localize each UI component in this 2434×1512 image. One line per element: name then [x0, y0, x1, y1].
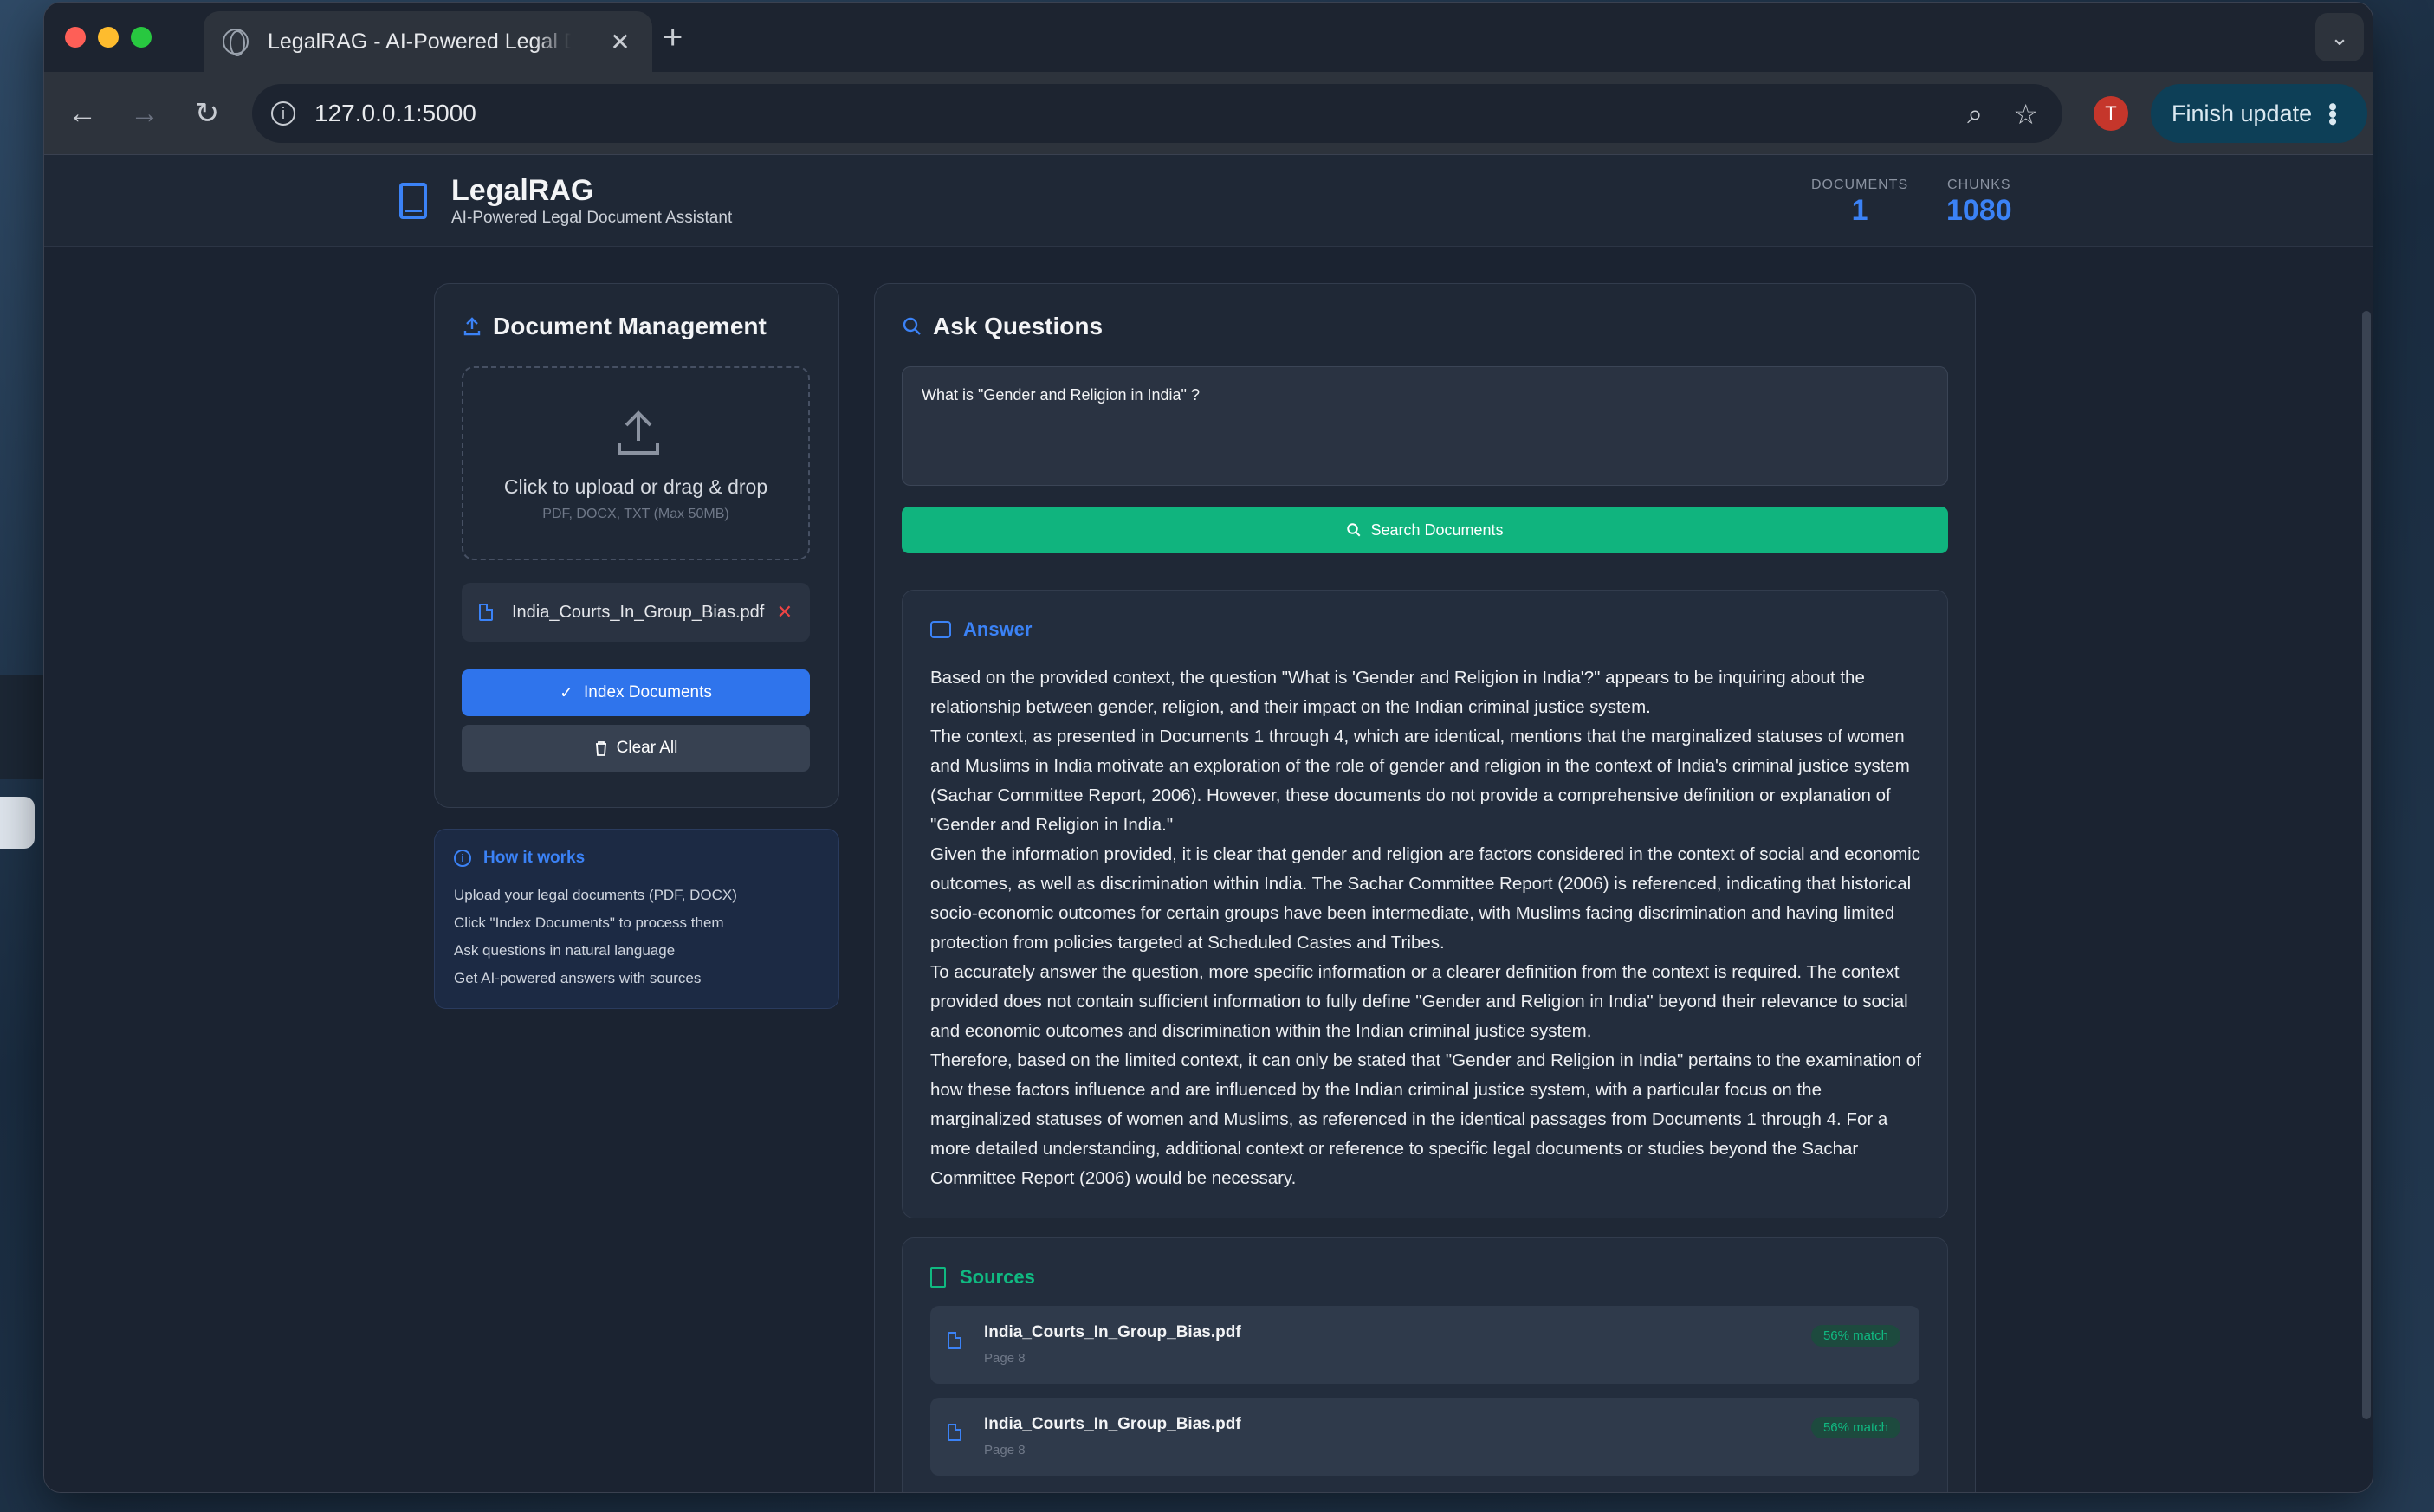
tab-search-chevron-icon[interactable]: ⌄ — [2315, 13, 2364, 61]
source-item[interactable]: India_Courts_In_Group_Bias.pdf Page 8 56… — [930, 1306, 1919, 1384]
chunks-stat-label: CHUNKS — [1947, 178, 2011, 192]
document-management-title-text: Document Management — [493, 313, 767, 339]
app-name: LegalRAG — [451, 174, 594, 207]
file-icon — [948, 1424, 961, 1441]
how-it-works-step: Get AI-powered answers with sources — [454, 970, 702, 986]
zoom-icon[interactable]: ⌕ — [1967, 98, 1983, 131]
app-header: LegalRAG AI-Powered Legal Document Assis… — [44, 155, 2373, 247]
chunks-stat-value: 1080 — [1946, 194, 2012, 227]
how-it-works-steps: Upload your legal documents (PDF, DOCX) … — [454, 882, 737, 992]
tab-bar: LegalRAG - AI-Powered Legal Document Ass… — [44, 3, 2373, 72]
documents-stat-value: 1 — [1851, 194, 1868, 227]
ask-questions-title-text: Ask Questions — [933, 313, 1104, 339]
check-icon: ✓ — [560, 683, 574, 702]
search-documents-label: Search Documents — [1370, 520, 1504, 539]
site-info-icon[interactable]: i — [271, 101, 295, 126]
book-logo-icon — [399, 183, 427, 219]
answer-paragraph: Based on the provided context, the quest… — [930, 668, 1865, 717]
search-icon — [903, 317, 921, 335]
finish-update-button[interactable]: Finish update ••• — [2151, 84, 2367, 143]
browser-tab[interactable]: LegalRAG - AI-Powered Legal Document Ass… — [204, 11, 652, 72]
close-tab-icon[interactable]: ✕ — [607, 28, 633, 56]
source-file-name: India_Courts_In_Group_Bias.pdf — [984, 1323, 1241, 1341]
selected-file-name: India_Courts_In_Group_Bias.pdf — [512, 602, 765, 622]
document-management-title: Document Management — [462, 313, 767, 340]
more-menu-icon[interactable]: ••• — [2317, 102, 2347, 125]
remove-file-icon[interactable]: ✕ — [777, 601, 793, 624]
upload-file-types-hint: PDF, DOCX, TXT (Max 50MB) — [542, 507, 729, 521]
upload-instructions: Click to upload or drag & drop — [503, 475, 768, 498]
answer-paragraph: Therefore, based on the limited context,… — [930, 1050, 1921, 1188]
bookmark-star-icon[interactable]: ☆ — [2013, 98, 2038, 131]
page-content: LegalRAG AI-Powered Legal Document Assis… — [44, 155, 2373, 1492]
how-it-works-panel: i How it works Upload your legal documen… — [434, 829, 839, 1009]
how-it-works-title-text: How it works — [483, 849, 586, 867]
how-it-works-step: Upload your legal documents (PDF, DOCX) — [454, 887, 737, 903]
finish-update-label: Finish update — [2172, 100, 2313, 126]
minimize-window-button[interactable] — [98, 27, 119, 48]
answer-panel: Answer Based on the provided context, th… — [902, 590, 1948, 1218]
index-documents-label: Index Documents — [584, 683, 712, 701]
info-icon: i — [454, 850, 471, 867]
browser-window: LegalRAG - AI-Powered Legal Document Ass… — [43, 2, 2373, 1493]
sources-title-text: Sources — [960, 1266, 1035, 1288]
file-icon — [479, 604, 493, 621]
app-tagline: AI-Powered Legal Document Assistant — [451, 209, 733, 227]
source-file-name: India_Courts_In_Group_Bias.pdf — [984, 1415, 1241, 1433]
sources-title: Sources — [930, 1266, 1035, 1289]
documents-stat: DOCUMENTS 1 — [1811, 178, 1908, 228]
search-icon — [1347, 523, 1361, 537]
upload-icon — [463, 317, 481, 336]
browser-toolbar: ← → ↻ i 127.0.0.1:5000 ⌕ ☆ T Finish upda… — [44, 72, 2373, 155]
source-page: Page 8 — [984, 1351, 1026, 1366]
address-bar[interactable]: i 127.0.0.1:5000 ⌕ ☆ — [252, 84, 2062, 143]
answer-paragraph: Given the information provided, it is cl… — [930, 844, 1920, 953]
finder-dock-icon[interactable] — [0, 797, 35, 849]
source-match-badge: 56% match — [1810, 1325, 1900, 1347]
maximize-window-button[interactable] — [131, 27, 152, 48]
question-textarea[interactable]: What is "Gender and Religion in India" ? — [902, 366, 1948, 486]
desktop-background-window — [0, 675, 43, 779]
documents-stat-label: DOCUMENTS — [1811, 178, 1909, 192]
profile-avatar[interactable]: T — [2094, 96, 2128, 131]
source-item[interactable]: India_Courts_In_Group_Bias.pdf Page 8 56… — [930, 1398, 1919, 1476]
answer-title: Answer — [930, 618, 1032, 641]
trash-icon — [595, 741, 606, 756]
file-icon — [948, 1332, 961, 1349]
reload-icon[interactable]: ↻ — [186, 93, 228, 134]
close-window-button[interactable] — [65, 27, 86, 48]
sources-panel: Sources India_Courts_In_Group_Bias.pdf P… — [902, 1237, 1948, 1492]
clear-all-label: Clear All — [616, 739, 678, 757]
search-documents-button[interactable]: Search Documents — [902, 507, 1948, 553]
forward-arrow-icon[interactable]: → — [124, 93, 165, 134]
how-it-works-step: Ask questions in natural language — [454, 942, 676, 959]
document-icon — [930, 1267, 946, 1288]
how-it-works-step: Click "Index Documents" to process them — [454, 914, 724, 931]
chunks-stat: CHUNKS 1080 — [1946, 178, 2012, 228]
upload-cloud-icon — [618, 410, 659, 455]
source-match-badge: 56% match — [1810, 1417, 1900, 1438]
url-text[interactable]: 127.0.0.1:5000 — [314, 100, 476, 127]
clear-all-button[interactable]: Clear All — [462, 725, 810, 772]
index-documents-button[interactable]: ✓ Index Documents — [462, 669, 810, 716]
ask-questions-title: Ask Questions — [902, 313, 1103, 340]
chat-bubble-icon — [930, 621, 951, 638]
page-scrollbar[interactable] — [2362, 311, 2371, 1419]
answer-paragraph: To accurately answer the question, more … — [930, 962, 1908, 1041]
answer-text: Based on the provided context, the quest… — [930, 663, 1926, 1193]
globe-icon — [223, 29, 249, 56]
how-it-works-title: i How it works — [454, 849, 585, 868]
source-page: Page 8 — [984, 1443, 1026, 1457]
upload-dropzone[interactable]: Click to upload or drag & drop PDF, DOCX… — [462, 366, 810, 560]
selected-file-item: India_Courts_In_Group_Bias.pdf ✕ — [462, 583, 810, 642]
back-arrow-icon[interactable]: ← — [61, 93, 103, 134]
answer-title-text: Answer — [963, 618, 1033, 640]
tab-title: LegalRAG - AI-Powered Legal Document Ass… — [268, 29, 571, 54]
answer-paragraph: The context, as presented in Documents 1… — [930, 727, 1910, 835]
new-tab-button[interactable]: + — [663, 18, 683, 56]
